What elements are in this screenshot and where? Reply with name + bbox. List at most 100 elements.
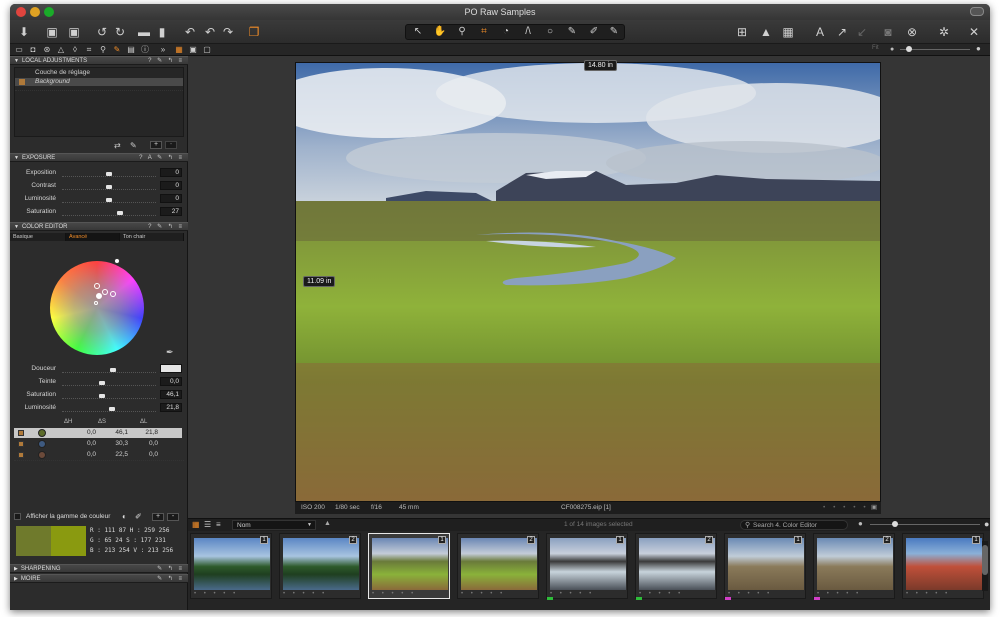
import-icon[interactable]: ⬇ <box>16 24 32 40</box>
cancel-icon[interactable]: ⊗ <box>904 24 920 40</box>
color-slider-knob[interactable] <box>108 407 115 411</box>
exposure-slider-value[interactable]: 27 <box>160 207 182 216</box>
thumbnail-rating[interactable]: • • • • • <box>906 591 982 597</box>
exposure-header[interactable]: ▼ EXPOSURE? A ✎ ↰ ≡ <box>10 153 188 162</box>
sort-direction-icon[interactable]: ▲ <box>324 520 331 527</box>
thumbnail[interactable]: 2 • • • • • <box>813 533 895 600</box>
local-adjustments-header[interactable]: ▼ LOCAL ADJUSTMENTS? ✎ ↰ ≡ <box>10 56 188 65</box>
grid-view-icon[interactable]: ▦ <box>174 44 184 55</box>
arrow-up-icon[interactable]: ↗ <box>834 24 850 40</box>
single-view-icon[interactable]: ▣ <box>188 44 198 55</box>
redo-icon[interactable]: ↶ <box>202 24 218 40</box>
forward-icon[interactable]: ↷ <box>220 24 236 40</box>
gamut-checkbox[interactable] <box>14 513 21 520</box>
swap-icon[interactable]: ⇄ <box>114 141 121 150</box>
moire-header[interactable]: ▶ MOIRE ✎ ↰ ≡ <box>10 574 188 583</box>
thumbnail-rating[interactable]: • • • • • <box>461 591 537 597</box>
layer-item-selected[interactable]: Background <box>15 78 183 86</box>
color-wheel-handle[interactable] <box>114 258 120 264</box>
viewer-photo[interactable] <box>295 62 881 502</box>
exposure-slider-track[interactable] <box>62 169 156 177</box>
settings-icon[interactable]: ✲ <box>936 24 952 40</box>
color-slider-track[interactable] <box>62 378 156 386</box>
color-table-row[interactable]: 0,0 46,1 21,8 <box>14 428 182 438</box>
crop-icon[interactable]: ⌗ <box>474 25 494 39</box>
panel-actions-icon[interactable]: ✎ ↰ ≡ <box>157 565 184 573</box>
spot-icon[interactable]: ○ <box>540 25 560 39</box>
thumbnail-rating[interactable]: • • • • • <box>550 591 626 597</box>
thumbnail-rating[interactable]: • • • • • <box>372 591 448 597</box>
more-tabs-icon[interactable]: » <box>158 44 168 55</box>
thumbnail[interactable]: 1 • • • • • <box>368 533 450 599</box>
exposure-slider-knob[interactable] <box>106 198 112 202</box>
exposure-slider-track[interactable] <box>62 195 156 203</box>
color-editor-header[interactable]: ▼ COLOR EDITOR? ✎ ↰ ≡ <box>10 222 188 231</box>
color-slider-value[interactable]: 21,8 <box>160 403 182 412</box>
warning-icon[interactable]: ▲ <box>758 24 774 40</box>
filmstrip-view-icon[interactable]: ≡ <box>216 520 221 529</box>
thumbnail-rating[interactable]: • • • • • <box>817 591 893 597</box>
tab-ton-chair[interactable]: Ton chair <box>120 233 184 241</box>
exposure-tab-icon[interactable]: △ <box>56 44 66 55</box>
panel-actions-icon[interactable]: ? ✎ ↰ ≡ <box>148 223 184 231</box>
color-sampler-icon[interactable]: ✐ <box>135 512 142 521</box>
row-checkbox[interactable] <box>18 430 24 436</box>
thumbnail[interactable]: 2 • • • • • <box>279 533 361 599</box>
color-wheel-point[interactable] <box>110 291 116 297</box>
eraser-icon[interactable]: ✎ <box>604 25 624 39</box>
row-checkbox[interactable] <box>18 452 24 458</box>
tab-avance[interactable]: Avancé <box>66 233 120 241</box>
zoom-window-button[interactable] <box>44 7 54 17</box>
tab-basique[interactable]: Basique <box>10 233 66 241</box>
thumbnail-size-slider[interactable] <box>870 524 980 525</box>
undo-icon[interactable]: ↶ <box>182 24 198 40</box>
picker-icon[interactable]: ✎ <box>562 25 582 39</box>
exposure-slider-knob[interactable] <box>106 185 112 189</box>
color-tab-icon[interactable]: ⊛ <box>42 44 52 55</box>
exposure-slider-value[interactable]: 0 <box>160 168 182 177</box>
rotate-tool-icon[interactable]: ◔ <box>496 25 516 39</box>
color-slider-value[interactable]: 0,0 <box>160 377 182 386</box>
browser-scrollbar[interactable] <box>982 541 988 591</box>
color-wheel-point[interactable] <box>102 289 108 295</box>
viewer-zoom-knob[interactable] <box>906 46 912 52</box>
pan-icon[interactable]: ✋ <box>430 25 450 39</box>
color-table-row[interactable]: 0,0 22,5 0,0 <box>14 450 182 460</box>
lens-tab-icon[interactable]: ◊ <box>70 44 80 55</box>
composition-tab-icon[interactable]: ⌗ <box>84 44 94 55</box>
thumbnail[interactable]: 1 • • • • • <box>902 533 984 599</box>
eyedropper-icon[interactable]: ✒ <box>166 347 174 358</box>
new-folder-icon[interactable]: ▬ <box>136 24 152 40</box>
rotate-right-icon[interactable]: ↻ <box>112 24 128 40</box>
tools-icon[interactable]: ✕ <box>966 24 982 40</box>
color-tag-icon[interactable]: ▣ <box>871 502 877 514</box>
color-table-row[interactable]: 0,0 30,3 0,0 <box>14 439 182 449</box>
exposure-slider-knob[interactable] <box>106 172 112 176</box>
thumbnail[interactable]: 1 • • • • • <box>190 533 272 599</box>
rating-stars[interactable]: • • • • • <box>823 502 869 514</box>
close-window-button[interactable] <box>16 7 26 17</box>
capture-icon[interactable]: ▣ <box>44 24 60 40</box>
exposure-slider-track[interactable] <box>62 182 156 190</box>
color-slider-value[interactable] <box>160 364 182 373</box>
color-slider-value[interactable]: 46,1 <box>160 390 182 399</box>
color-slider-track[interactable] <box>62 391 156 399</box>
color-wheel-point[interactable] <box>94 283 100 289</box>
layer-item[interactable]: Couche de réglage <box>15 69 183 77</box>
overlay-icon[interactable]: ▦ <box>780 24 796 40</box>
thumbnail-rating[interactable]: • • • • • <box>728 591 804 597</box>
brush-icon[interactable]: ✎ <box>130 141 137 150</box>
text-icon[interactable]: A <box>812 24 828 40</box>
color-slider-track[interactable] <box>62 404 156 412</box>
minimize-window-button[interactable] <box>30 7 40 17</box>
camera-icon[interactable]: ◙ <box>880 24 896 40</box>
toolbar-toggle-button[interactable] <box>970 7 984 16</box>
row-checkbox[interactable] <box>18 441 24 447</box>
list-view-icon[interactable]: ☰ <box>204 520 211 529</box>
color-wheel-point[interactable] <box>94 301 98 305</box>
panel-actions-icon[interactable]: ? ✎ ↰ ≡ <box>148 57 184 65</box>
add-layer-button[interactable]: + <box>150 141 162 149</box>
metadata-tab-icon[interactable]: ⓘ <box>140 44 150 55</box>
search-input[interactable]: ⚲ Search 4. Color Editor <box>740 520 848 530</box>
color-slider-knob[interactable] <box>110 368 117 372</box>
